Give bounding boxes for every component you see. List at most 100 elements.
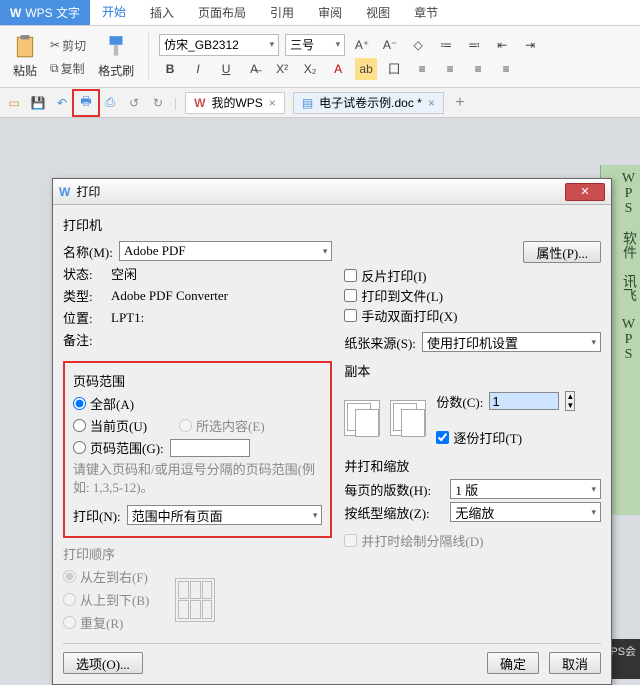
paper-source-value: 使用打印机设置 xyxy=(427,333,518,352)
font-color-button[interactable]: A xyxy=(327,58,349,80)
options-button[interactable]: 选项(O)... xyxy=(63,652,143,674)
paste-label: 粘贴 xyxy=(13,62,37,79)
menu-tab-start[interactable]: 开始 xyxy=(90,0,138,25)
font-name-value: 仿宋_GB2312 xyxy=(164,36,239,53)
menu-tab-references[interactable]: 引用 xyxy=(258,0,306,25)
save-icon[interactable]: 💾 xyxy=(30,95,46,111)
grow-font-button[interactable]: A⁺ xyxy=(351,34,373,56)
scale-to-label: 按纸型缩放(Z): xyxy=(344,503,444,522)
range-all-radio[interactable]: 全部(A) xyxy=(73,394,134,413)
copies-input[interactable] xyxy=(489,392,559,410)
range-current-radio[interactable]: 当前页(U) xyxy=(73,416,147,435)
italic-button[interactable]: I xyxy=(187,58,209,80)
cut-button[interactable]: ✂ 剪切 xyxy=(48,35,88,56)
bullets-button[interactable]: ≔ xyxy=(435,34,457,56)
highlight-button[interactable]: ab xyxy=(355,58,377,80)
chevron-down-icon: ▾ xyxy=(591,484,596,495)
print-to-file-checkbox[interactable]: 打印到文件(L) xyxy=(344,286,443,305)
order-ttb-radio: 从上到下(B) xyxy=(63,590,149,609)
printer-type-value: Adobe PDF Converter xyxy=(111,288,228,304)
dialog-close-button[interactable]: ✕ xyxy=(565,183,605,201)
align-center-button[interactable]: ≡ xyxy=(439,58,461,80)
printer-properties-button[interactable]: 属性(P)... xyxy=(523,241,601,263)
chevron-down-icon: ▾ xyxy=(591,507,596,518)
tab-mywps-label: 我的WPS xyxy=(211,94,262,111)
app-logo-letter: W xyxy=(10,6,21,20)
print-what-select[interactable]: 范围中所有页面 ▾ xyxy=(127,505,323,525)
menu-tab-view[interactable]: 视图 xyxy=(354,0,402,25)
menubar: W WPS 文字 开始 插入 页面布局 引用 审阅 视图 章节 xyxy=(0,0,640,26)
underline-button[interactable]: U xyxy=(215,58,237,80)
back-icon[interactable]: ↺ xyxy=(126,95,142,111)
order-repeat-label: 重复(R) xyxy=(80,613,123,632)
font-name-select[interactable]: 仿宋_GB2312 ▾ xyxy=(159,34,279,56)
print-preview-icon[interactable]: ⎙ xyxy=(102,95,118,111)
collate-preview-icon xyxy=(390,400,426,436)
scale-title: 并打和缩放 xyxy=(344,456,601,475)
tab-mywps[interactable]: W 我的WPS × xyxy=(185,92,285,114)
ribbon-group-clipboard: 粘贴 ✂ 剪切 ⧉ 复制 格式刷 xyxy=(8,32,149,81)
align-left-button[interactable]: ≡ xyxy=(411,58,433,80)
scale-to-select[interactable]: 无缩放 ▾ xyxy=(450,502,601,522)
copy-icon: ⧉ xyxy=(50,61,59,76)
printer-name-select[interactable]: Adobe PDF ▾ xyxy=(119,241,333,261)
new-tab-button[interactable]: + xyxy=(452,95,468,111)
align-right-button[interactable]: ≡ xyxy=(467,58,489,80)
paste-icon xyxy=(12,34,38,60)
char-border-button[interactable]: 囗 xyxy=(383,58,405,80)
indent-inc-button[interactable]: ⇥ xyxy=(519,34,541,56)
close-icon[interactable]: × xyxy=(428,96,435,110)
open-icon[interactable]: ▭ xyxy=(6,95,22,111)
collate-label: 逐份打印(T) xyxy=(453,428,522,447)
forward-icon[interactable]: ↻ xyxy=(150,95,166,111)
collate-checkbox[interactable]: 逐份打印(T) xyxy=(436,428,522,447)
superscript-button[interactable]: X² xyxy=(271,58,293,80)
print-icon[interactable]: 🖶 xyxy=(78,95,94,111)
order-ltr-label: 从左到右(F) xyxy=(80,567,148,586)
font-size-select[interactable]: 三号 ▾ xyxy=(285,34,345,56)
order-ltr-radio: 从左到右(F) xyxy=(63,567,149,586)
tab-document[interactable]: ▤ 电子试卷示例.doc * × xyxy=(293,92,444,114)
chevron-down-icon: ▾ xyxy=(323,246,328,257)
undo-icon[interactable]: ↶ xyxy=(54,95,70,111)
range-pages-input[interactable] xyxy=(170,439,250,457)
reverse-print-label: 反片打印(I) xyxy=(361,266,426,285)
app-title: W WPS 文字 xyxy=(0,0,90,25)
ribbon: 粘贴 ✂ 剪切 ⧉ 复制 格式刷 仿宋_GB2312 ▾ xyxy=(0,26,640,88)
clear-format-button[interactable]: ◇ xyxy=(407,34,429,56)
indent-dec-button[interactable]: ⇤ xyxy=(491,34,513,56)
align-justify-button[interactable]: ≡ xyxy=(495,58,517,80)
strike-button[interactable]: A̶ xyxy=(243,58,265,80)
menu-tab-chapter[interactable]: 章节 xyxy=(402,0,450,25)
page-range-highlight: 页码范围 全部(A) 当前页(U) 所选内容(E) 页码范围(G): 请键入页码… xyxy=(63,361,332,538)
spinner-icon[interactable]: ▲▼ xyxy=(565,391,575,411)
page-range-title: 页码范围 xyxy=(73,371,322,390)
paste-button[interactable]: 粘贴 xyxy=(8,32,42,81)
subscript-button[interactable]: X₂ xyxy=(299,58,321,80)
menu-tab-insert[interactable]: 插入 xyxy=(138,0,186,25)
copies-label: 份数(C): xyxy=(436,392,483,411)
menu-tab-review[interactable]: 审阅 xyxy=(306,0,354,25)
wps-logo-icon: W xyxy=(59,185,70,199)
manual-duplex-checkbox[interactable]: 手动双面打印(X) xyxy=(344,306,457,325)
format-painter-label: 格式刷 xyxy=(98,62,134,79)
range-pages-radio[interactable]: 页码范围(G): xyxy=(73,438,164,457)
pages-per-sheet-select[interactable]: 1 版 ▾ xyxy=(450,479,601,499)
tab-document-label: 电子试卷示例.doc * xyxy=(319,94,422,111)
numbering-button[interactable]: ≕ xyxy=(463,34,485,56)
bold-button[interactable]: B xyxy=(159,58,181,80)
copy-button[interactable]: ⧉ 复制 xyxy=(48,58,88,79)
ribbon-group-font: 仿宋_GB2312 ▾ 三号 ▾ A⁺ A⁻ ◇ ≔ ≕ ⇤ ⇥ B I U A… xyxy=(159,34,632,80)
format-painter-button[interactable]: 格式刷 xyxy=(94,32,138,81)
print-what-label: 打印(N): xyxy=(73,506,121,525)
reverse-print-checkbox[interactable]: 反片打印(I) xyxy=(344,266,426,285)
paper-source-select[interactable]: 使用打印机设置 ▾ xyxy=(422,332,601,352)
menu-tab-pagelayout[interactable]: 页面布局 xyxy=(186,0,258,25)
ok-button[interactable]: 确定 xyxy=(487,652,539,674)
cancel-button[interactable]: 取消 xyxy=(549,652,601,674)
printer-name-value: Adobe PDF xyxy=(124,243,186,259)
scale-to-value: 无缩放 xyxy=(455,503,494,522)
close-icon[interactable]: × xyxy=(269,96,276,110)
shrink-font-button[interactable]: A⁻ xyxy=(379,34,401,56)
chevron-down-icon: ▾ xyxy=(591,337,596,348)
